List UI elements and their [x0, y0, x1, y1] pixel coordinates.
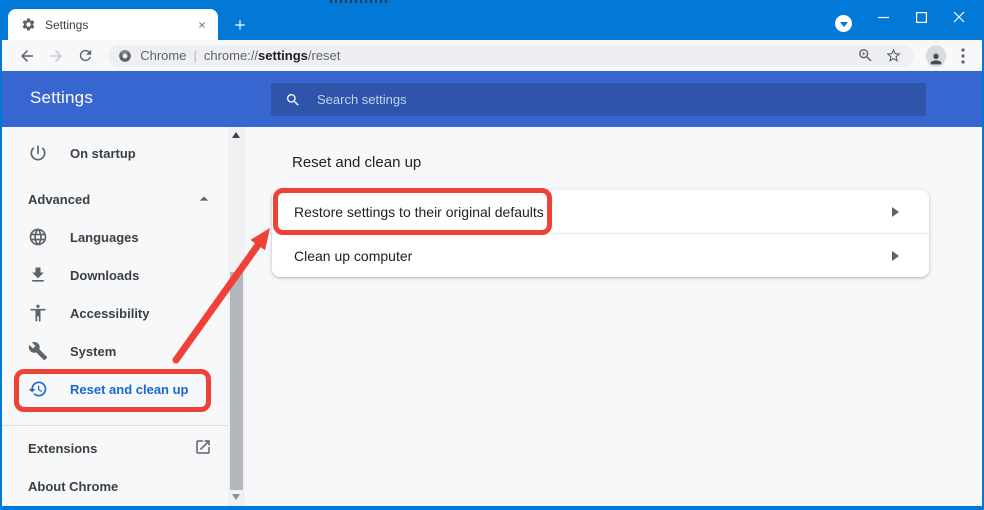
sidebar-item-label: On startup — [70, 145, 136, 161]
row-label: Restore settings to their original defau… — [294, 203, 544, 220]
tab-settings[interactable]: Settings — [8, 9, 218, 40]
scrollbar-up-arrow-icon[interactable] — [232, 132, 240, 138]
omnibox-url-path: /reset — [307, 48, 341, 63]
new-tab-button[interactable] — [231, 16, 249, 34]
row-clean-up-computer[interactable]: Clean up computer — [272, 234, 929, 277]
chevron-right-icon — [892, 250, 899, 261]
settings-header: Settings — [2, 71, 982, 127]
close-window-button[interactable] — [940, 0, 978, 34]
page-title: Settings — [30, 88, 94, 107]
bookmark-star-icon[interactable] — [882, 45, 904, 67]
sidebar-item-label: Languages — [70, 229, 139, 245]
sidebar-item-label: About Chrome — [28, 478, 119, 494]
back-icon[interactable] — [15, 43, 38, 69]
sidebar-item-about-chrome[interactable]: About Chrome — [2, 467, 228, 505]
window-controls — [864, 0, 978, 34]
tab-strip: Settings — [0, 0, 984, 40]
section-title: Reset and clean up — [292, 154, 422, 171]
zoom-in-icon[interactable] — [854, 45, 876, 67]
reload-icon[interactable] — [74, 43, 97, 69]
maximize-button[interactable] — [902, 0, 940, 34]
download-icon — [28, 265, 48, 285]
settings-sidebar: On startup Advanced Languages Downloads … — [2, 127, 228, 506]
wrench-icon — [28, 341, 48, 361]
sidebar-scrollbar[interactable] — [228, 127, 245, 506]
tab-close-icon[interactable] — [194, 17, 210, 33]
omnibox-site-label: Chrome — [140, 48, 187, 63]
search-icon — [285, 92, 301, 108]
clipped-text-artifact — [330, 0, 390, 3]
main-pane: Reset and clean up Restore settings to t… — [245, 127, 982, 506]
row-restore-settings[interactable]: Restore settings to their original defau… — [272, 190, 929, 233]
sidebar-item-languages[interactable]: Languages — [2, 218, 228, 256]
forward-icon[interactable] — [44, 43, 67, 69]
chrome-page-icon — [118, 49, 132, 63]
sidebar-item-system[interactable]: System — [2, 332, 228, 370]
sidebar-item-label: System — [70, 343, 117, 359]
history-icon — [28, 379, 48, 399]
omnibox-url-scheme: chrome:// — [203, 48, 259, 63]
browser-window: Settings Chrome | chrome:// settings /re… — [0, 0, 984, 510]
tab-scroll-indicator-icon[interactable] — [835, 15, 852, 32]
omnibox-separator: | — [193, 48, 197, 63]
power-icon — [28, 143, 48, 163]
sidebar-item-label: Advanced — [28, 191, 91, 207]
minimize-button[interactable] — [864, 0, 902, 34]
settings-search-box[interactable] — [271, 83, 926, 116]
browser-toolbar: Chrome | chrome:// settings /reset — [2, 40, 982, 71]
sidebar-item-label: Downloads — [70, 267, 140, 283]
chevron-up-icon — [194, 189, 214, 209]
sidebar-item-downloads[interactable]: Downloads — [2, 256, 228, 294]
tab-title: Settings — [45, 17, 89, 32]
sidebar-item-extensions[interactable]: Extensions — [2, 429, 228, 467]
open-in-new-icon — [194, 438, 214, 458]
scrollbar-down-arrow-icon[interactable] — [232, 494, 240, 500]
accessibility-icon — [28, 303, 48, 323]
scrollbar-thumb[interactable] — [230, 272, 243, 490]
sidebar-item-on-startup[interactable]: On startup — [2, 134, 228, 172]
settings-content: On startup Advanced Languages Downloads … — [2, 127, 982, 506]
reset-card: Restore settings to their original defau… — [272, 190, 929, 277]
sidebar-item-reset-and-clean-up[interactable]: Reset and clean up — [2, 370, 228, 408]
sidebar-item-label: Reset and clean up — [70, 381, 189, 397]
sidebar-item-label: Accessibility — [70, 305, 150, 321]
sidebar-divider — [2, 425, 228, 426]
browser-menu-icon[interactable] — [954, 45, 972, 67]
chevron-right-icon — [892, 206, 899, 217]
omnibox[interactable]: Chrome | chrome:// settings /reset — [108, 44, 915, 67]
globe-icon — [28, 227, 48, 247]
omnibox-url-host: settings — [258, 48, 308, 63]
settings-gear-icon — [21, 17, 36, 32]
row-label: Clean up computer — [294, 247, 413, 264]
search-input[interactable] — [317, 92, 882, 107]
sidebar-item-accessibility[interactable]: Accessibility — [2, 294, 228, 332]
sidebar-item-label: Extensions — [28, 440, 98, 456]
sidebar-item-advanced[interactable]: Advanced — [2, 180, 228, 218]
profile-avatar[interactable] — [926, 44, 947, 67]
